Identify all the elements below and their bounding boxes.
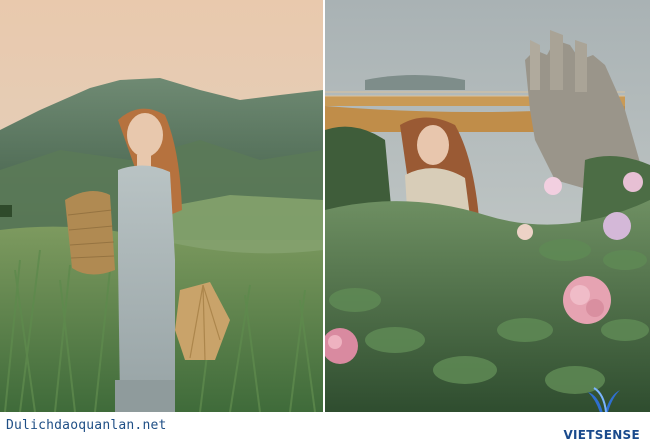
footer-bar: Dulichdaoquanlan.net VIETSENSE: [0, 412, 650, 443]
vietsense-logo-icon: [588, 387, 620, 412]
left-photo: [0, 0, 323, 412]
right-photo: [325, 0, 650, 412]
brand-label: VIETSENSE: [563, 428, 640, 442]
website-label: Dulichdaoquanlan.net: [6, 418, 167, 433]
